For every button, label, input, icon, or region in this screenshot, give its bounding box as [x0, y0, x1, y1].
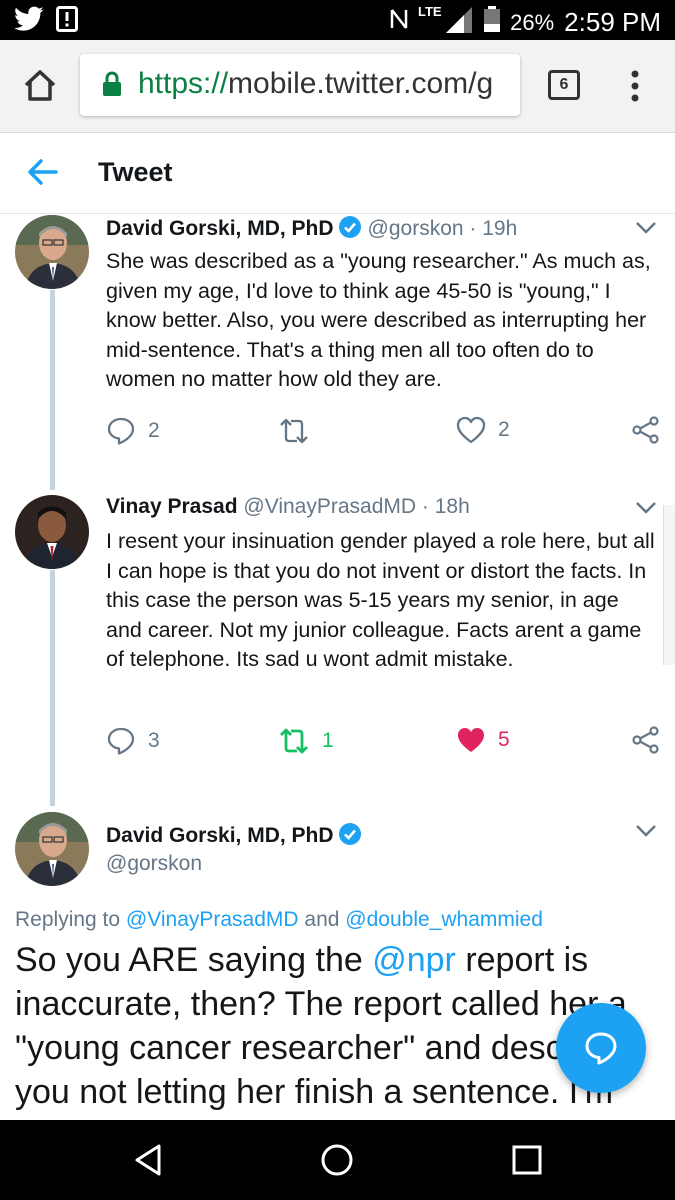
verified-badge-icon — [338, 822, 362, 852]
tab-switcher-button[interactable]: 6 — [548, 70, 580, 100]
tweet-text-part: So you ARE saying the — [15, 941, 373, 979]
arrow-left-icon — [28, 159, 58, 185]
replying-prefix: Replying to — [15, 908, 126, 931]
author-row: David Gorski, MD, PhD — [106, 822, 368, 852]
home-button[interactable] — [20, 66, 60, 106]
retweet-icon — [280, 418, 308, 444]
lte-signal-icon: LTE — [418, 4, 474, 41]
chevron-down-icon — [636, 222, 656, 234]
svg-text:LTE: LTE — [418, 4, 442, 19]
share-button[interactable] — [632, 416, 660, 444]
heart-icon — [456, 416, 486, 444]
scrollbar[interactable] — [663, 505, 675, 665]
reply-count: 3 — [148, 729, 160, 752]
tweet-menu-button[interactable] — [635, 221, 657, 240]
lock-icon — [102, 71, 122, 102]
reply-button[interactable]: 3 — [106, 726, 160, 756]
alert-icon — [56, 6, 78, 37]
reply-button[interactable]: 2 — [106, 416, 160, 446]
tweet-text: I resent your insinuation gender played … — [106, 529, 655, 671]
author-handle[interactable]: @gorskon — [106, 852, 202, 875]
share-icon — [632, 726, 659, 754]
tweet-item[interactable]: Vinay Prasad @VinayPrasadMD · 18h I rese… — [0, 493, 675, 793]
avatar[interactable] — [15, 495, 89, 569]
share-button[interactable] — [632, 726, 660, 754]
overflow-menu-button[interactable] — [625, 68, 645, 108]
square-recents-icon — [512, 1145, 542, 1175]
circle-home-icon — [321, 1144, 353, 1176]
back-button[interactable] — [26, 157, 60, 192]
focused-tweet-header: David Gorski, MD, PhD @gorskon — [0, 810, 675, 900]
home-icon — [24, 70, 56, 101]
tweet-actions: 2 2 — [106, 416, 666, 456]
status-bar: LTE 26% 2:59 PM — [0, 0, 675, 40]
mention-link[interactable]: @VinayPrasadMD — [126, 908, 299, 931]
tweet-header: David Gorski, MD, PhD @gorskon · 19h — [106, 215, 517, 245]
tweet-text: She was described as a "young researcher… — [106, 249, 651, 391]
like-count: 5 — [498, 728, 510, 751]
nav-home-button[interactable] — [319, 1142, 355, 1178]
more-vertical-icon — [631, 70, 639, 102]
url-scheme: https:// — [138, 67, 229, 100]
mention-link[interactable]: @npr — [372, 941, 456, 979]
reply-icon — [107, 727, 135, 755]
tweet-header: Vinay Prasad @VinayPrasadMD · 18h — [106, 495, 470, 519]
mention-link[interactable]: @double_whammied — [345, 908, 543, 931]
browser-toolbar: https://mobile.twitter.com/g 6 — [0, 40, 675, 133]
like-button[interactable]: 5 — [456, 726, 510, 754]
url-host: mobile.twitter.com/g — [228, 67, 494, 100]
share-icon — [632, 416, 659, 444]
retweet-icon — [280, 728, 308, 754]
retweet-count: 1 — [322, 729, 334, 752]
address-bar[interactable]: https://mobile.twitter.com/g — [80, 54, 520, 116]
clock: 2:59 PM — [564, 7, 661, 37]
replying-to: Replying to @VinayPrasadMD and @double_w… — [15, 908, 543, 932]
author-handle[interactable]: @VinayPrasadMD — [243, 495, 416, 518]
author-name[interactable]: Vinay Prasad — [106, 495, 238, 518]
verified-badge-icon — [338, 215, 362, 245]
like-count: 2 — [498, 418, 510, 441]
tweet-menu-button[interactable] — [635, 501, 657, 520]
tweet-menu-button[interactable] — [635, 824, 657, 843]
retweet-button[interactable] — [278, 416, 322, 446]
tweet-time[interactable]: · 18h — [422, 495, 470, 518]
author-name[interactable]: David Gorski, MD, PhD — [106, 824, 334, 847]
twitter-bird-icon — [14, 6, 44, 37]
reply-count: 2 — [148, 419, 160, 442]
page-title: Tweet — [98, 157, 173, 187]
page-header: Tweet — [0, 133, 675, 214]
retweet-button[interactable]: 1 — [278, 726, 334, 756]
author-handle[interactable]: @gorskon — [368, 217, 464, 240]
chevron-down-icon — [636, 825, 656, 837]
author-handle-row: @gorskon — [106, 852, 202, 876]
tweet-item[interactable]: David Gorski, MD, PhD @gorskon · 19h She … — [0, 213, 675, 483]
tweet-time[interactable]: · 19h — [469, 217, 517, 240]
tweet-actions: 3 1 5 — [106, 726, 666, 766]
battery-icon — [484, 6, 501, 39]
android-nav-bar — [0, 1120, 675, 1200]
author-name[interactable]: David Gorski, MD, PhD — [106, 217, 334, 240]
chevron-down-icon — [636, 502, 656, 514]
heart-filled-icon — [458, 728, 484, 752]
nfc-icon — [390, 7, 408, 38]
speech-bubble-icon — [585, 1032, 617, 1065]
reply-icon — [107, 417, 135, 445]
replying-and: and — [298, 908, 346, 931]
battery-percent: 26% — [510, 9, 555, 35]
compose-reply-button[interactable] — [556, 1003, 646, 1093]
like-button[interactable]: 2 — [456, 416, 510, 444]
nav-back-button[interactable] — [131, 1142, 167, 1178]
nav-recents-button[interactable] — [509, 1142, 545, 1178]
url-text: https://mobile.twitter.com/g — [138, 67, 493, 101]
avatar[interactable] — [15, 812, 89, 886]
avatar[interactable] — [15, 215, 89, 289]
triangle-back-icon — [135, 1144, 161, 1176]
